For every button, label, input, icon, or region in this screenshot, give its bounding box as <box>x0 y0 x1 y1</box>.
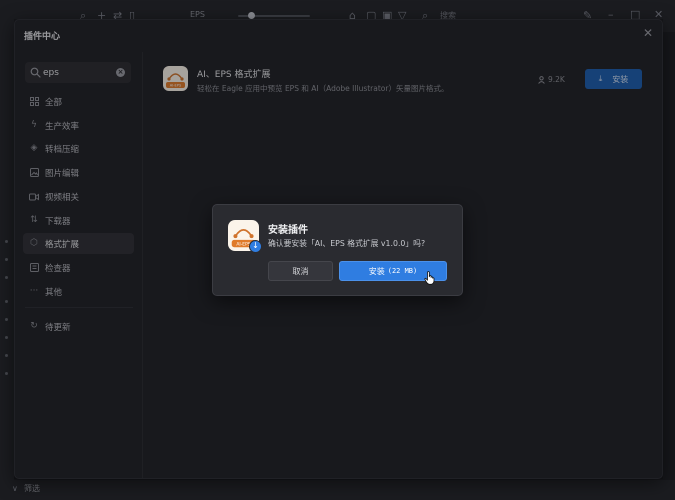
bg-rail-dot <box>5 318 8 321</box>
confirm-install-label: 安装 <box>368 266 385 276</box>
cancel-button-label: 取消 <box>292 266 309 276</box>
bg-rail-dot <box>5 354 8 357</box>
bg-rail-dot <box>5 240 8 243</box>
screen: ⌕ + ⇄ ▯ EPS ⌂ ▢ ▣ ▽ ⌕ 搜索 ✎ – □ ✕ ∨ 筛选 插件… <box>0 0 675 500</box>
confirm-install-size: (22 MB) <box>387 267 418 275</box>
bg-zoom-slider-knob <box>248 12 255 19</box>
bg-rail-dot <box>5 336 8 339</box>
cancel-button[interactable]: 取消 <box>268 261 333 281</box>
download-badge-icon: ↓ <box>249 240 262 253</box>
bg-footer-label: 筛选 <box>24 484 40 493</box>
background-footer <box>0 480 675 500</box>
bg-filter-label: EPS <box>190 10 205 19</box>
bg-rail-dot <box>5 258 8 261</box>
bg-rail-dot <box>5 372 8 375</box>
bg-rail-dot <box>5 276 8 279</box>
background-left-rail <box>0 32 14 500</box>
dialog-title: 安装插件 <box>268 225 308 236</box>
bg-rail-dot <box>5 300 8 303</box>
hand-cursor-icon <box>424 271 435 285</box>
bg-filter-footer-icon: ∨ <box>12 484 18 493</box>
dialog-message: 确认要安装「AI、EPS 格式扩展 v1.0.0」吗? <box>268 239 426 248</box>
